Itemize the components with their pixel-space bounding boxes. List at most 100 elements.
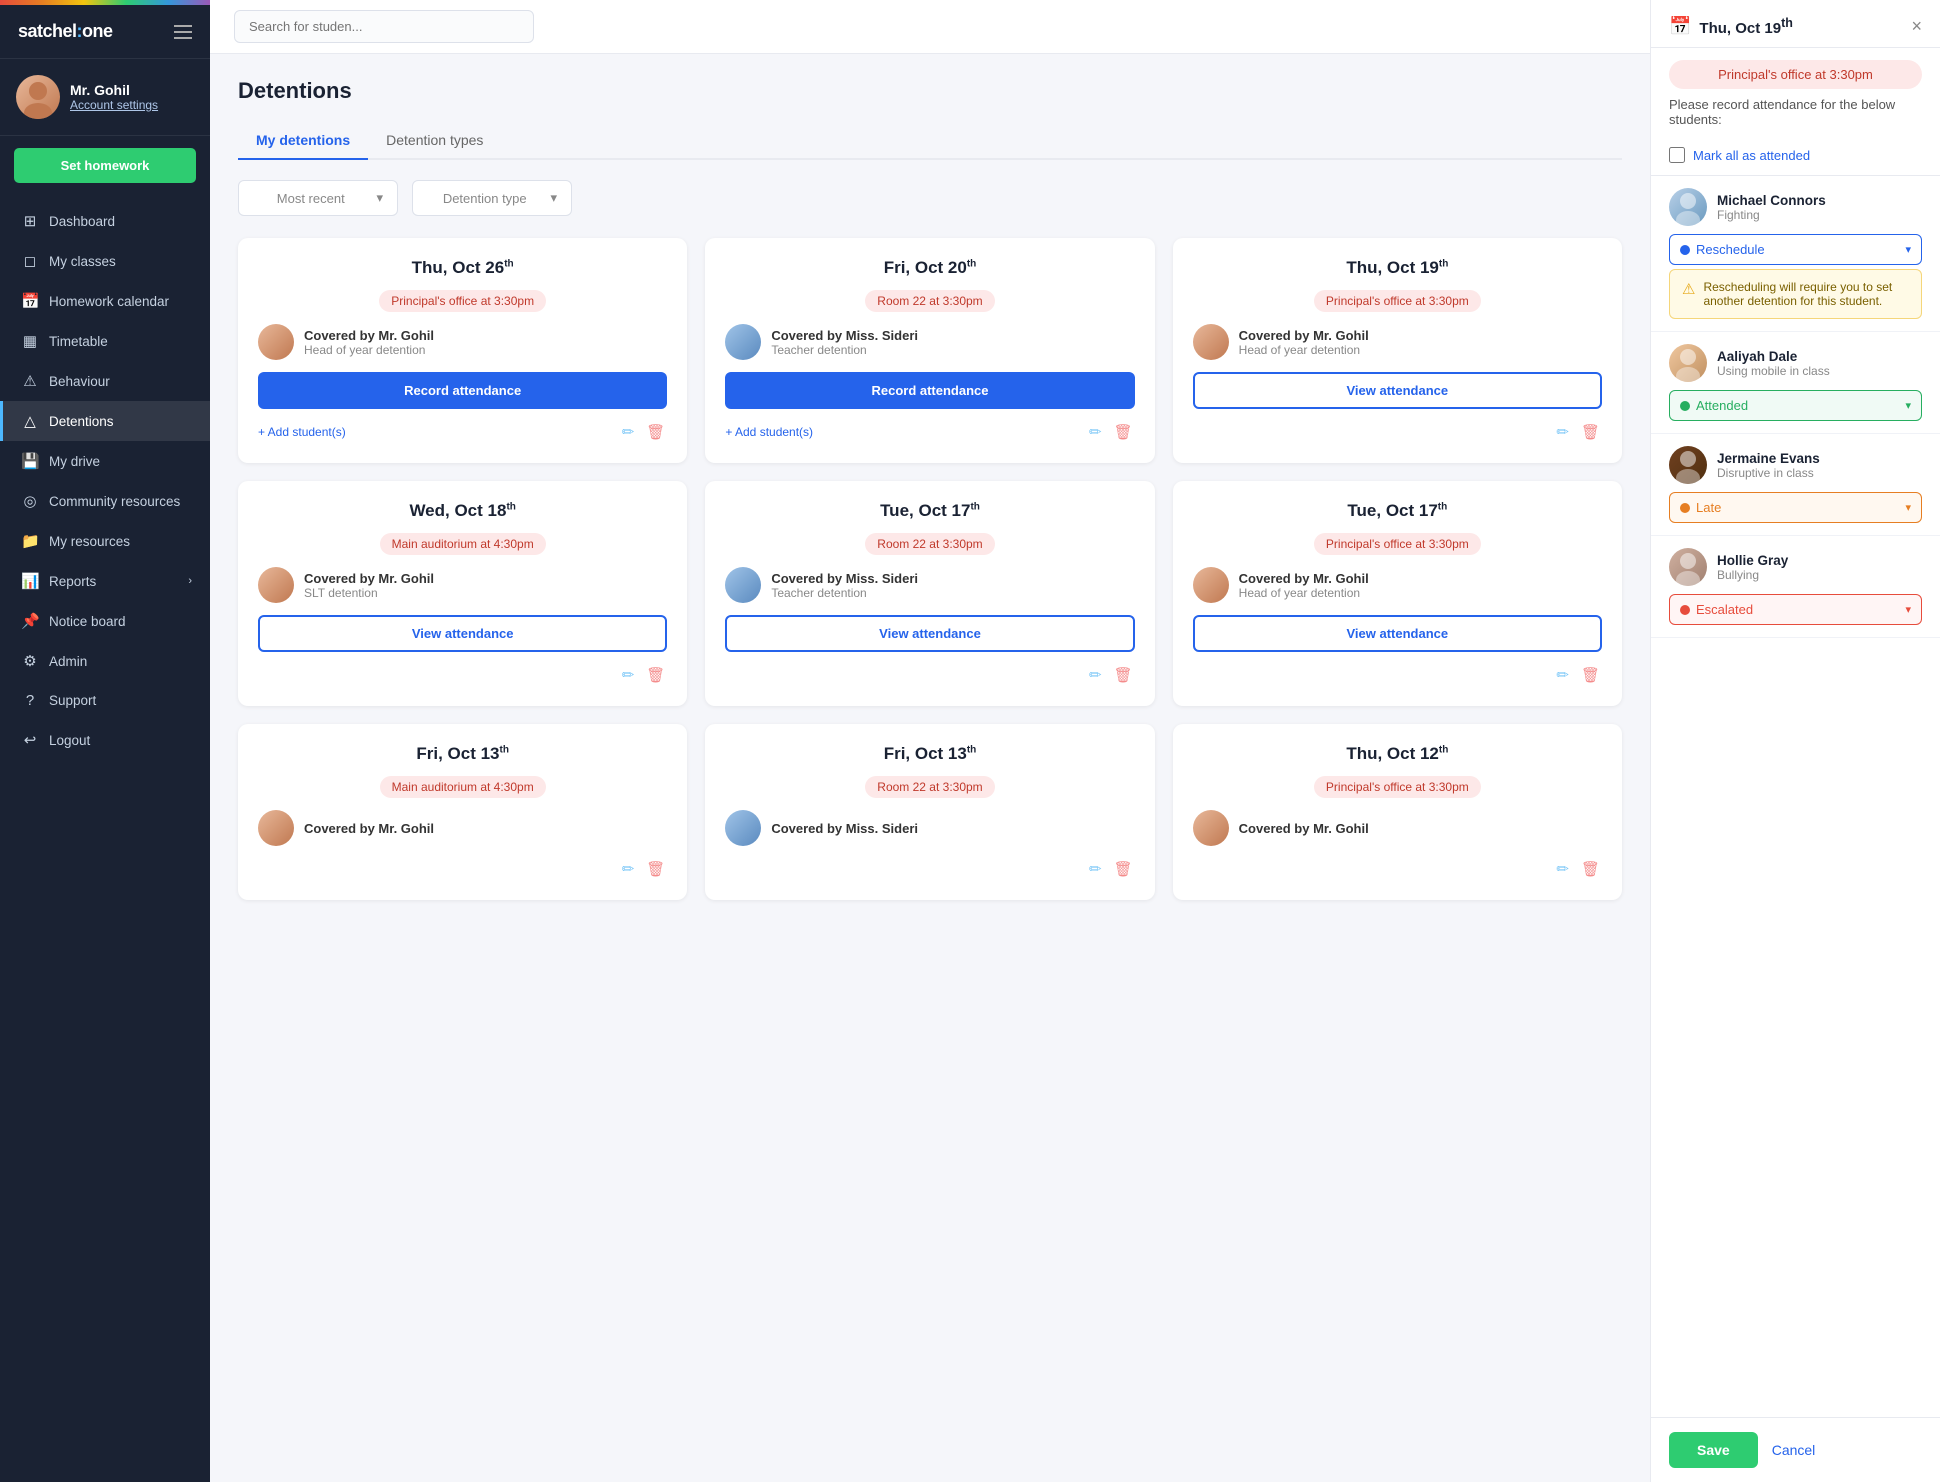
record-attendance-button[interactable]: Record attendance	[258, 372, 667, 409]
sidebar-item-behaviour[interactable]: ⚠ Behaviour	[0, 361, 210, 401]
edit-card-button[interactable]: ✏	[1087, 421, 1104, 443]
status-dropdown[interactable]: Reschedule ▾	[1669, 234, 1922, 265]
card-date: Tue, Oct 17th	[1193, 501, 1602, 521]
status-dropdown[interactable]: Attended ▾	[1669, 390, 1922, 421]
status-dropdown[interactable]: Late ▾	[1669, 492, 1922, 523]
sidebar-item-my-classes[interactable]: ◻ My classes	[0, 241, 210, 281]
cards-grid: Thu, Oct 26th Principal's office at 3:30…	[238, 238, 1622, 900]
students-list: Michael Connors Fighting Reschedule ▾ ⚠ …	[1651, 176, 1940, 638]
cancel-button[interactable]: Cancel	[1772, 1442, 1816, 1458]
sort-filter-label: Most recent	[277, 191, 345, 206]
card-footer: ✏ 🗑	[258, 858, 667, 880]
card-date: Tue, Oct 17th	[725, 501, 1134, 521]
add-student-link[interactable]: + Add student(s)	[258, 425, 346, 439]
detention-card: Thu, Oct 26th Principal's office at 3:30…	[238, 238, 687, 463]
student-reason: Bullying	[1717, 568, 1788, 582]
sidebar-item-my-resources[interactable]: 📁 My resources	[0, 521, 210, 561]
card-date: Fri, Oct 20th	[725, 258, 1134, 278]
sidebar-item-dashboard[interactable]: ⊞ Dashboard	[0, 201, 210, 241]
search-input[interactable]	[234, 10, 534, 43]
sidebar-item-support[interactable]: ? Support	[0, 681, 210, 720]
card-footer: ✏ 🗑	[725, 664, 1134, 686]
delete-card-button[interactable]: 🗑	[644, 421, 667, 443]
delete-card-button[interactable]: 🗑	[1579, 664, 1602, 686]
sidebar-item-logout[interactable]: ↩ Logout	[0, 720, 210, 760]
edit-card-button[interactable]: ✏	[620, 858, 637, 880]
sidebar-item-admin[interactable]: ⚙ Admin	[0, 641, 210, 681]
status-dot	[1680, 605, 1690, 615]
card-location: Main auditorium at 4:30pm	[380, 776, 546, 798]
detention-card: Fri, Oct 13th Main auditorium at 4:30pm …	[238, 724, 687, 900]
teacher-name: Covered by Miss. Sideri	[771, 571, 918, 586]
teacher-name: Covered by Mr. Gohil	[304, 571, 434, 586]
hamburger-menu-icon[interactable]	[174, 25, 192, 39]
edit-card-button[interactable]: ✏	[1087, 664, 1104, 686]
chevron-down-icon: ▾	[1905, 243, 1911, 256]
sidebar-item-detentions[interactable]: △ Detentions	[0, 401, 210, 441]
delete-card-button[interactable]: 🗑	[644, 664, 667, 686]
sidebar-item-community-resources[interactable]: ◎ Community resources	[0, 481, 210, 521]
detention-type: SLT detention	[304, 586, 434, 600]
edit-card-button[interactable]: ✏	[1087, 858, 1104, 880]
card-location: Principal's office at 3:30pm	[1314, 776, 1481, 798]
mark-all-checkbox[interactable]	[1669, 147, 1685, 163]
view-attendance-button[interactable]: View attendance	[1193, 615, 1602, 652]
sidebar-item-homework-calendar[interactable]: 📅 Homework calendar	[0, 281, 210, 321]
detention-type: Teacher detention	[771, 343, 918, 357]
student-avatar	[1669, 446, 1707, 484]
notice-board-icon: 📌	[21, 612, 39, 630]
student-name: Michael Connors	[1717, 193, 1826, 208]
homework-calendar-icon: 📅	[21, 292, 39, 310]
edit-card-button[interactable]: ✏	[620, 664, 637, 686]
card-footer: + Add student(s) ✏ 🗑	[258, 421, 667, 443]
card-footer: + Add student(s) ✏ 🗑	[725, 421, 1134, 443]
teacher-avatar	[1193, 567, 1229, 603]
delete-card-button[interactable]: 🗑	[1579, 858, 1602, 880]
detention-card: Fri, Oct 20th Room 22 at 3:30pm Covered …	[705, 238, 1154, 463]
teacher-name: Covered by Miss. Sideri	[771, 328, 918, 343]
sidebar-item-label: Homework calendar	[49, 294, 169, 309]
teacher-details: Covered by Mr. Gohil Head of year detent…	[1239, 328, 1369, 357]
sidebar-item-my-drive[interactable]: 💾 My drive	[0, 441, 210, 481]
tabs: My detentions Detention types	[238, 122, 1622, 160]
delete-card-button[interactable]: 🗑	[1112, 421, 1135, 443]
delete-card-button[interactable]: 🗑	[644, 858, 667, 880]
card-date: Wed, Oct 18th	[258, 501, 667, 521]
sidebar-item-reports[interactable]: 📊 Reports ›	[0, 561, 210, 601]
add-student-link[interactable]: + Add student(s)	[725, 425, 813, 439]
delete-card-button[interactable]: 🗑	[1579, 421, 1602, 443]
sidebar-item-timetable[interactable]: ▦ Timetable	[0, 321, 210, 361]
record-attendance-button[interactable]: Record attendance	[725, 372, 1134, 409]
sort-filter[interactable]: Most recent ▾	[238, 180, 398, 216]
student-info: Jermaine Evans Disruptive in class	[1669, 446, 1922, 484]
detention-card: Tue, Oct 17th Principal's office at 3:30…	[1173, 481, 1622, 706]
account-settings-link[interactable]: Account settings	[70, 98, 158, 112]
set-homework-button[interactable]: Set homework	[14, 148, 196, 183]
dashboard-icon: ⊞	[21, 212, 39, 230]
edit-card-button[interactable]: ✏	[1554, 664, 1571, 686]
tab-detention-types[interactable]: Detention types	[368, 122, 501, 160]
save-button[interactable]: Save	[1669, 1432, 1758, 1468]
student-name: Jermaine Evans	[1717, 451, 1820, 466]
edit-card-button[interactable]: ✏	[620, 421, 637, 443]
warning-text: Rescheduling will require you to set ano…	[1703, 280, 1909, 308]
edit-card-button[interactable]: ✏	[1554, 421, 1571, 443]
delete-card-button[interactable]: 🗑	[1112, 664, 1135, 686]
student-entry: Aaliyah Dale Using mobile in class Atten…	[1651, 332, 1940, 434]
card-footer: ✏ 🗑	[258, 664, 667, 686]
teacher-info: Covered by Mr. Gohil SLT detention	[258, 567, 667, 603]
teacher-details: Covered by Miss. Sideri Teacher detentio…	[771, 328, 918, 357]
view-attendance-button[interactable]: View attendance	[725, 615, 1134, 652]
view-attendance-button[interactable]: View attendance	[1193, 372, 1602, 409]
student-reason: Using mobile in class	[1717, 364, 1830, 378]
edit-card-button[interactable]: ✏	[1554, 858, 1571, 880]
type-filter[interactable]: Detention type ▾	[412, 180, 572, 216]
delete-card-button[interactable]: 🗑	[1112, 858, 1135, 880]
sidebar-item-notice-board[interactable]: 📌 Notice board	[0, 601, 210, 641]
close-panel-button[interactable]: ×	[1911, 16, 1922, 37]
status-dropdown[interactable]: Escalated ▾	[1669, 594, 1922, 625]
admin-icon: ⚙	[21, 652, 39, 670]
tab-my-detentions[interactable]: My detentions	[238, 122, 368, 160]
view-attendance-button[interactable]: View attendance	[258, 615, 667, 652]
mark-all-label[interactable]: Mark all as attended	[1693, 148, 1810, 163]
